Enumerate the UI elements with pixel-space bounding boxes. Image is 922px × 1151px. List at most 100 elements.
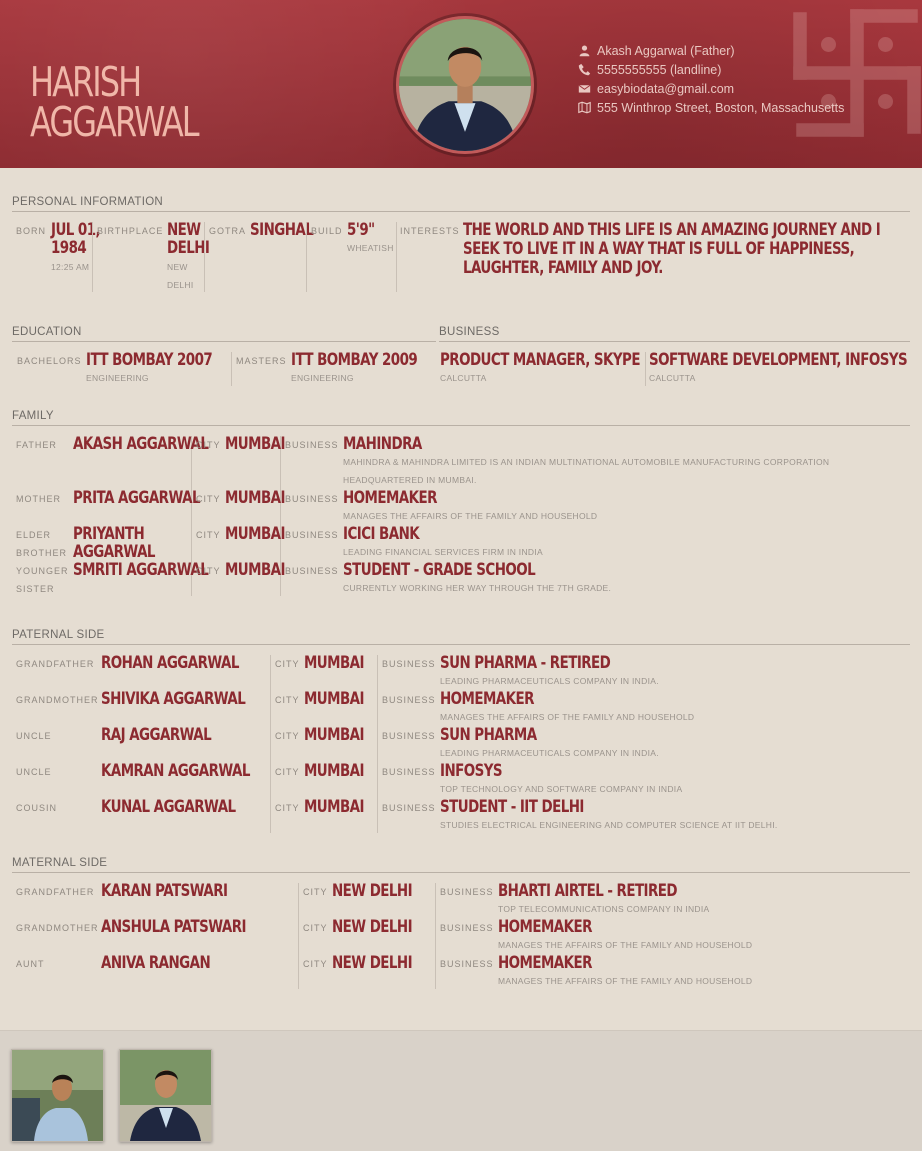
interests-label: INTERESTS (400, 226, 460, 236)
contact-email[interactable]: easybiodata@gmail.com (597, 82, 734, 96)
gallery-thumbnail-2[interactable] (119, 1049, 212, 1142)
family-relation-brother-line2: BROTHER (16, 548, 68, 558)
column-divider (92, 222, 93, 292)
build-value: 5'9" (347, 220, 375, 240)
business-section-title: BUSINESS (439, 326, 500, 338)
family-business-sister: STUDENT - GRADE SCHOOL (343, 560, 536, 580)
maternal-name: ANSHULA PATSWARI (101, 917, 247, 937)
column-divider (435, 883, 436, 989)
family-city-brother: MUMBAI (225, 524, 286, 544)
maternal-city-label: CITY (303, 923, 328, 933)
family-business-mother: HOMEMAKER (343, 488, 437, 508)
paternal-city: MUMBAI (304, 653, 365, 673)
family-desc-father-line2: HEADQUARTERED IN MUMBAI. (343, 475, 477, 485)
business-value-2: SOFTWARE DEVELOPMENT, INFOSYS (649, 350, 908, 370)
paternal-city: MUMBAI (304, 689, 365, 709)
family-business-father: MAHINDRA (343, 434, 422, 454)
family-city-label: CITY (196, 530, 221, 540)
paternal-name: KUNAL AGGARWAL (101, 797, 236, 817)
paternal-business: STUDENT - IIT DELHI (440, 797, 584, 817)
birthplace-sub-line2: DELHI (167, 280, 194, 290)
build-label: BUILD (311, 226, 343, 236)
paternal-name: ROHAN AGGARWAL (101, 653, 239, 673)
family-relation-brother-line1: ELDER (16, 530, 52, 540)
family-business-brother: ICICI BANK (343, 524, 420, 544)
family-desc-father-line1: MAHINDRA & MAHINDRA LIMITED IS AN INDIAN… (343, 457, 830, 467)
gotra-value: SINGHAL (250, 220, 314, 240)
family-city-label: CITY (196, 566, 221, 576)
family-relation-mother: MOTHER (16, 494, 61, 504)
family-desc-mother: MANAGES THE AFFAIRS OF THE FAMILY AND HO… (343, 511, 598, 521)
birthplace-value-line2: DELHI (167, 238, 210, 258)
maternal-desc: MANAGES THE AFFAIRS OF THE FAMILY AND HO… (498, 940, 753, 950)
paternal-business-label: BUSINESS (382, 659, 436, 669)
paternal-city-label: CITY (275, 767, 300, 777)
paternal-desc: LEADING PHARMACEUTICALS COMPANY IN INDIA… (440, 748, 659, 758)
paternal-city: MUMBAI (304, 797, 365, 817)
family-business-label: BUSINESS (285, 440, 339, 450)
education-value-bachelors: ITT BOMBAY 2007 (86, 350, 213, 370)
profile-first-name: HARISH (30, 58, 142, 106)
family-city-label: CITY (196, 440, 221, 450)
profile-name: HARISH AGGARWAL (30, 58, 200, 146)
education-sub-masters: ENGINEERING (291, 373, 354, 383)
maternal-business: HOMEMAKER (498, 917, 592, 937)
paternal-business-label: BUSINESS (382, 695, 436, 705)
maternal-relation: GRANDFATHER (16, 887, 95, 897)
column-divider (231, 352, 232, 386)
business-sub-2: CALCUTTA (649, 373, 696, 383)
contact-phone[interactable]: 5555555555 (landline) (597, 63, 721, 77)
maternal-relation: AUNT (16, 959, 45, 969)
family-business-label: BUSINESS (285, 530, 339, 540)
maternal-business: HOMEMAKER (498, 953, 592, 973)
paternal-name: SHIVIKA AGGARWAL (101, 689, 246, 709)
gallery-thumbnail-1[interactable] (11, 1049, 104, 1142)
column-divider (270, 655, 271, 833)
business-value-1: PRODUCT MANAGER, SKYPE (440, 350, 641, 370)
paternal-section-title: PATERNAL SIDE (12, 629, 105, 641)
contact-address: 555 Winthrop Street, Boston, Massachuset… (597, 100, 845, 115)
paternal-relation: GRANDFATHER (16, 659, 95, 669)
profile-last-name: AGGARWAL (30, 98, 200, 146)
paternal-city: MUMBAI (304, 761, 365, 781)
column-divider (377, 655, 378, 833)
business-divider (439, 341, 910, 342)
column-divider (204, 222, 205, 292)
family-name-mother: PRITA AGGARWAL (73, 488, 201, 508)
family-relation-father: FATHER (16, 440, 57, 450)
paternal-business: INFOSYS (440, 761, 503, 781)
paternal-city: MUMBAI (304, 725, 365, 745)
paternal-name: KAMRAN AGGARWAL (101, 761, 250, 781)
family-divider (12, 425, 910, 426)
family-city-label: CITY (196, 494, 221, 504)
paternal-city-label: CITY (275, 731, 300, 741)
family-name-father: AKASH AGGARWAL (73, 434, 209, 454)
maternal-name: ANIVA RANGAN (101, 953, 211, 973)
maternal-business-label: BUSINESS (440, 887, 494, 897)
business-sub-1: CALCUTTA (440, 373, 487, 383)
build-complexion: WHEATISH (347, 243, 394, 253)
maternal-city-label: CITY (303, 959, 328, 969)
paternal-city-label: CITY (275, 659, 300, 669)
paternal-relation: UNCLE (16, 767, 52, 777)
maternal-section-title: MATERNAL SIDE (12, 857, 108, 869)
photo-gallery (0, 1030, 922, 1151)
phone-icon (578, 63, 591, 76)
family-relation-sister-line2: SISTER (16, 584, 55, 594)
education-section-title: EDUCATION (12, 326, 82, 338)
born-label: BORN (16, 226, 47, 236)
maternal-city-label: CITY (303, 887, 328, 897)
paternal-relation: COUSIN (16, 803, 58, 813)
gotra-label: GOTRA (209, 226, 247, 236)
education-sub-bachelors: ENGINEERING (86, 373, 149, 383)
contact-phone-row: 5555555555 (landline) (578, 60, 868, 79)
paternal-business: SUN PHARMA (440, 725, 537, 745)
column-divider (298, 883, 299, 989)
family-desc-brother: LEADING FINANCIAL SERVICES FIRM IN INDIA (343, 547, 543, 557)
maternal-desc: MANAGES THE AFFAIRS OF THE FAMILY AND HO… (498, 976, 753, 986)
paternal-business: HOMEMAKER (440, 689, 534, 709)
family-section-title: FAMILY (12, 410, 54, 422)
paternal-relation: UNCLE (16, 731, 52, 741)
maternal-relation: GRANDMOTHER (16, 923, 99, 933)
maternal-name: KARAN PATSWARI (101, 881, 228, 901)
